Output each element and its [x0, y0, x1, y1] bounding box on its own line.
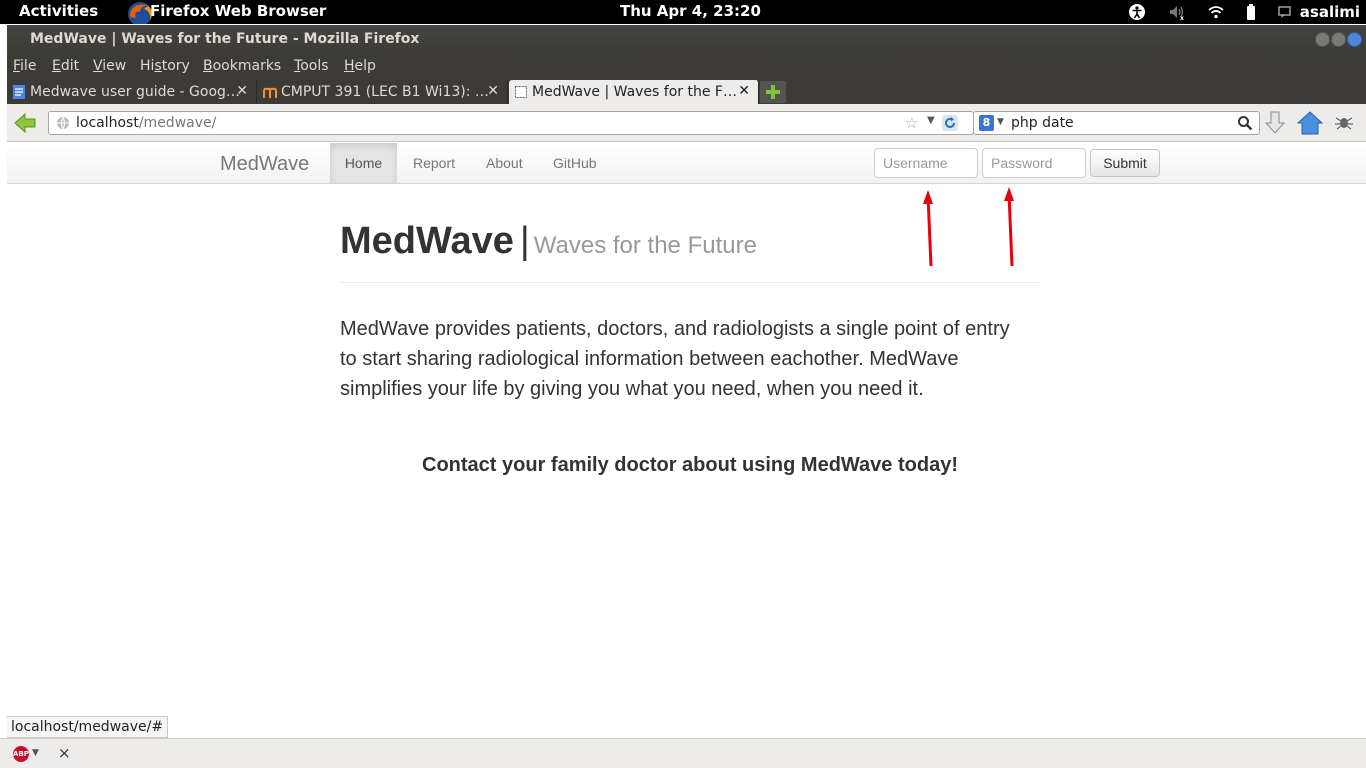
submit-button[interactable]: Submit: [1090, 149, 1160, 177]
close-addon-bar-icon[interactable]: ×: [58, 744, 71, 762]
close-window-button[interactable]: [1347, 32, 1362, 47]
back-arrow-icon[interactable]: [13, 112, 37, 134]
status-bar-link-preview: localhost/medwave/#: [7, 716, 169, 738]
url-host: localhost: [76, 115, 139, 131]
adblock-plus-icon[interactable]: ABP: [13, 746, 29, 762]
window-controls: [1315, 32, 1362, 47]
app-menu-title[interactable]: Firefox Web Browser: [150, 2, 326, 20]
accessibility-icon[interactable]: [1128, 0, 1146, 24]
url-text: localhost/medwave/: [76, 115, 216, 131]
url-path: /medwave/: [138, 115, 217, 131]
annotation-arrow-username: [923, 190, 933, 267]
wifi-icon[interactable]: [1208, 0, 1224, 24]
site-navbar: MedWave Home Report About GitHub Submit: [7, 143, 1366, 184]
plus-icon: [766, 85, 780, 99]
home-icon[interactable]: [1296, 110, 1324, 140]
search-query: php date: [1011, 115, 1074, 131]
firebug-icon[interactable]: [1334, 114, 1354, 134]
clock[interactable]: Thu Apr 4, 23:20: [620, 2, 761, 20]
menu-bookmarks[interactable]: Bookmarks: [203, 58, 281, 74]
maximize-button[interactable]: [1331, 32, 1346, 47]
menu-accel: V: [93, 58, 103, 74]
menu-label: ools: [300, 58, 329, 74]
nav-link-report[interactable]: Report: [413, 143, 455, 183]
activities-button[interactable]: Activities: [19, 2, 98, 20]
menu-bar: File Edit View History Bookmarks Tools H…: [7, 55, 1366, 79]
username-input[interactable]: [874, 148, 978, 178]
window-titlebar[interactable]: MedWave | Waves for the Future - Mozilla…: [7, 25, 1366, 55]
menu-label: Hi: [140, 58, 155, 74]
menu-accel: H: [344, 58, 355, 74]
menu-help[interactable]: Help: [344, 58, 376, 74]
tab-label: MedWave | Waves for the F…: [532, 84, 737, 100]
reload-icon[interactable]: [942, 115, 958, 135]
call-to-action: Contact your family doctor about using M…: [422, 454, 958, 476]
tab-close-icon[interactable]: ✕: [738, 83, 750, 99]
menu-history[interactable]: History: [140, 58, 190, 74]
google-search-engine-icon[interactable]: 8: [979, 115, 994, 131]
intro-paragraph: MedWave provides patients, doctors, and …: [340, 318, 1010, 400]
svg-text:x: x: [1180, 15, 1184, 20]
search-icon[interactable]: [1237, 115, 1253, 135]
window-title: MedWave | Waves for the Future - Mozilla…: [30, 31, 420, 47]
globe-icon: [56, 116, 70, 134]
download-arrow-icon[interactable]: [1264, 111, 1286, 139]
password-input[interactable]: [982, 148, 1086, 178]
page-header: MedWave | Waves for the Future: [340, 220, 757, 263]
menu-label: dit: [60, 58, 80, 74]
search-bar[interactable]: 8 ▼ php date: [973, 111, 1260, 135]
tab-label: CMPUT 391 (LEC B1 Wi13): …: [281, 84, 489, 100]
minimize-button[interactable]: [1315, 32, 1330, 47]
tab-medwave-active[interactable]: MedWave | Waves for the F… ✕: [509, 80, 759, 104]
adblock-dropdown-icon[interactable]: ▼: [32, 748, 39, 758]
tab-close-icon[interactable]: ✕: [487, 83, 499, 99]
menu-label: elp: [354, 58, 376, 74]
menu-edit[interactable]: Edit: [52, 58, 79, 74]
history-dropdown-icon[interactable]: ▼: [927, 115, 935, 126]
battery-icon[interactable]: [1246, 0, 1256, 24]
menu-label: ookmarks: [212, 58, 282, 74]
tab-close-icon[interactable]: ✕: [236, 83, 248, 99]
moodle-icon: [263, 85, 277, 99]
system-tray: x asalimi: [1128, 0, 1366, 24]
google-docs-icon: [12, 85, 26, 99]
navigation-toolbar: localhost/medwave/ ☆ ▼ 8 ▼ php date: [7, 104, 1366, 142]
addon-bar: ABP ▼ ×: [0, 738, 1366, 768]
user-menu[interactable]: asalimi: [1278, 0, 1360, 24]
user-name: asalimi: [1299, 3, 1360, 21]
annotation-arrow-password: [1004, 187, 1014, 267]
title-separator: |: [519, 220, 530, 262]
tab-medwave-user-guide[interactable]: Medwave user guide - Goog… ✕: [7, 80, 257, 104]
menu-accel: F: [13, 58, 21, 74]
volume-icon[interactable]: x: [1168, 0, 1186, 24]
header-divider: [340, 282, 1040, 283]
site-brand[interactable]: MedWave: [220, 153, 309, 176]
tab-cmput-391[interactable]: CMPUT 391 (LEC B1 Wi13): … ✕: [258, 80, 508, 104]
menu-label: ile: [20, 58, 37, 74]
menu-file[interactable]: File: [13, 58, 36, 74]
menu-tools[interactable]: Tools: [294, 58, 329, 74]
page-subtitle: Waves for the Future: [533, 232, 757, 259]
bookmark-star-icon[interactable]: ☆: [905, 114, 918, 132]
nav-link-about[interactable]: About: [486, 143, 523, 183]
tab-strip: Medwave user guide - Goog… ✕ CMPUT 391 (…: [7, 79, 1366, 104]
menu-view[interactable]: View: [93, 58, 126, 74]
new-tab-button[interactable]: [760, 81, 786, 103]
menu-accel: B: [203, 58, 213, 74]
tab-label: Medwave user guide - Goog…: [30, 84, 240, 100]
url-bar[interactable]: localhost/medwave/ ☆ ▼: [48, 111, 974, 135]
nav-link-github[interactable]: GitHub: [553, 143, 597, 183]
menu-label: iew: [102, 58, 127, 74]
engine-dropdown-icon[interactable]: ▼: [997, 117, 1004, 127]
menu-accel: E: [52, 58, 61, 74]
menu-label: tory: [161, 58, 190, 74]
blank-page-icon: [514, 85, 528, 99]
page-title: MedWave: [340, 220, 514, 262]
chat-icon: [1278, 6, 1291, 18]
system-top-bar: Activities Firefox Web Browser Thu Apr 4…: [0, 0, 1366, 24]
nav-link-home[interactable]: Home: [330, 143, 397, 183]
menu-accel: s: [154, 58, 162, 74]
